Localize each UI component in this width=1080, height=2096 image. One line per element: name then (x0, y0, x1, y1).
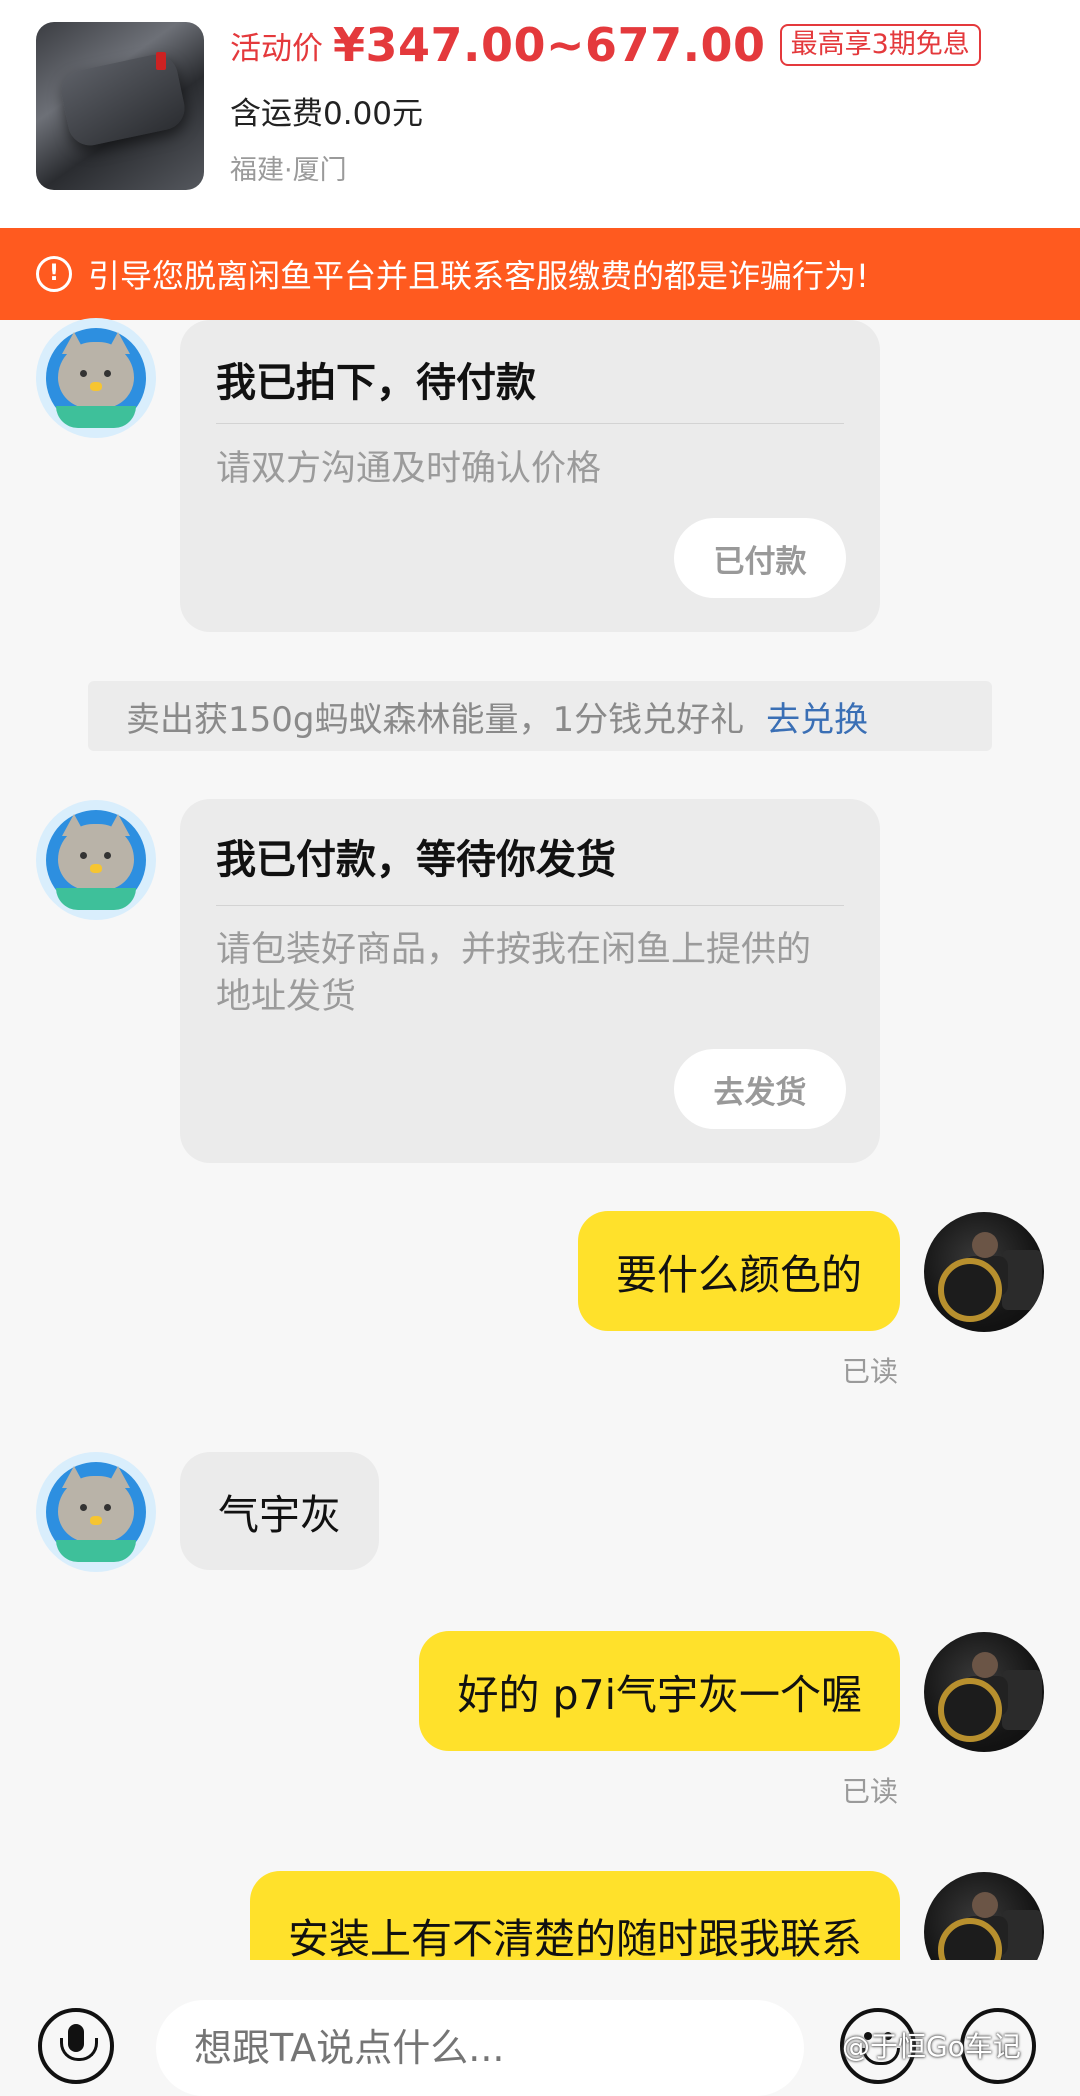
redeem-link[interactable]: 去兑换 (766, 692, 868, 741)
card-title: 我已付款，等待你发货 (216, 837, 616, 883)
read-receipt: 已读 (842, 1355, 899, 1388)
paid-button[interactable]: 已付款 (674, 518, 846, 598)
warning-text: 引导您脱离闲鱼平台并且联系客服缴费的都是诈骗行为! (88, 257, 869, 295)
message-bubble-received[interactable]: 气宇灰 (180, 1452, 379, 1570)
card-divider (216, 423, 844, 424)
fraud-warning-banner: ! 引导您脱离闲鱼平台并且联系客服缴费的都是诈骗行为! (0, 228, 1080, 320)
watermark: @于恒Go车记 (842, 2030, 1021, 2063)
order-card-pending-payment: 我已拍下，待付款 请双方沟通及时确认价格 已付款 (180, 320, 880, 632)
seller-avatar[interactable] (36, 800, 156, 920)
card-description: 请双方沟通及时确认价格 (216, 449, 602, 489)
my-avatar[interactable] (924, 1632, 1044, 1752)
card-description: 请包装好商品，并按我在闲鱼上提供的地址发货 (216, 930, 812, 1017)
product-thumbnail[interactable] (36, 22, 204, 190)
read-receipt: 已读 (842, 1775, 899, 1808)
seller-avatar[interactable] (36, 1452, 156, 1572)
voice-input-icon[interactable] (38, 2008, 114, 2084)
price-range: ¥347.00~677.00 (333, 18, 766, 72)
installment-badge: 最高享3期免息 (779, 24, 981, 66)
seller-location: 福建·厦门 (230, 155, 347, 186)
pillow-image (57, 50, 189, 150)
card-title: 我已拍下，待付款 (216, 360, 536, 406)
ship-button[interactable]: 去发货 (674, 1049, 846, 1129)
warning-icon: ! (36, 256, 72, 292)
price-label: 活动价 (230, 30, 323, 67)
my-avatar[interactable] (924, 1212, 1044, 1332)
seller-avatar[interactable] (36, 318, 156, 438)
strap-detail (156, 52, 166, 70)
message-input[interactable] (156, 2000, 804, 2096)
promo-strip: 卖出获150g蚂蚁森林能量，1分钱兑好礼 去兑换 (88, 681, 992, 751)
price-row: 活动价 ¥347.00~677.00 最高享3期免息 (230, 18, 981, 72)
message-bubble-sent[interactable]: 好的 p7i气宇灰一个喔 (419, 1631, 900, 1751)
shipping-fee: 含运费0.00元 (230, 96, 424, 132)
product-header[interactable]: 活动价 ¥347.00~677.00 最高享3期免息 含运费0.00元 福建·厦… (0, 0, 1080, 228)
promo-text: 卖出获150g蚂蚁森林能量，1分钱兑好礼 (126, 699, 745, 740)
card-divider (216, 905, 844, 906)
message-bubble-sent[interactable]: 要什么颜色的 (578, 1211, 900, 1331)
order-card-awaiting-shipment: 我已付款，等待你发货 请包装好商品，并按我在闲鱼上提供的地址发货 去发货 (180, 799, 880, 1163)
